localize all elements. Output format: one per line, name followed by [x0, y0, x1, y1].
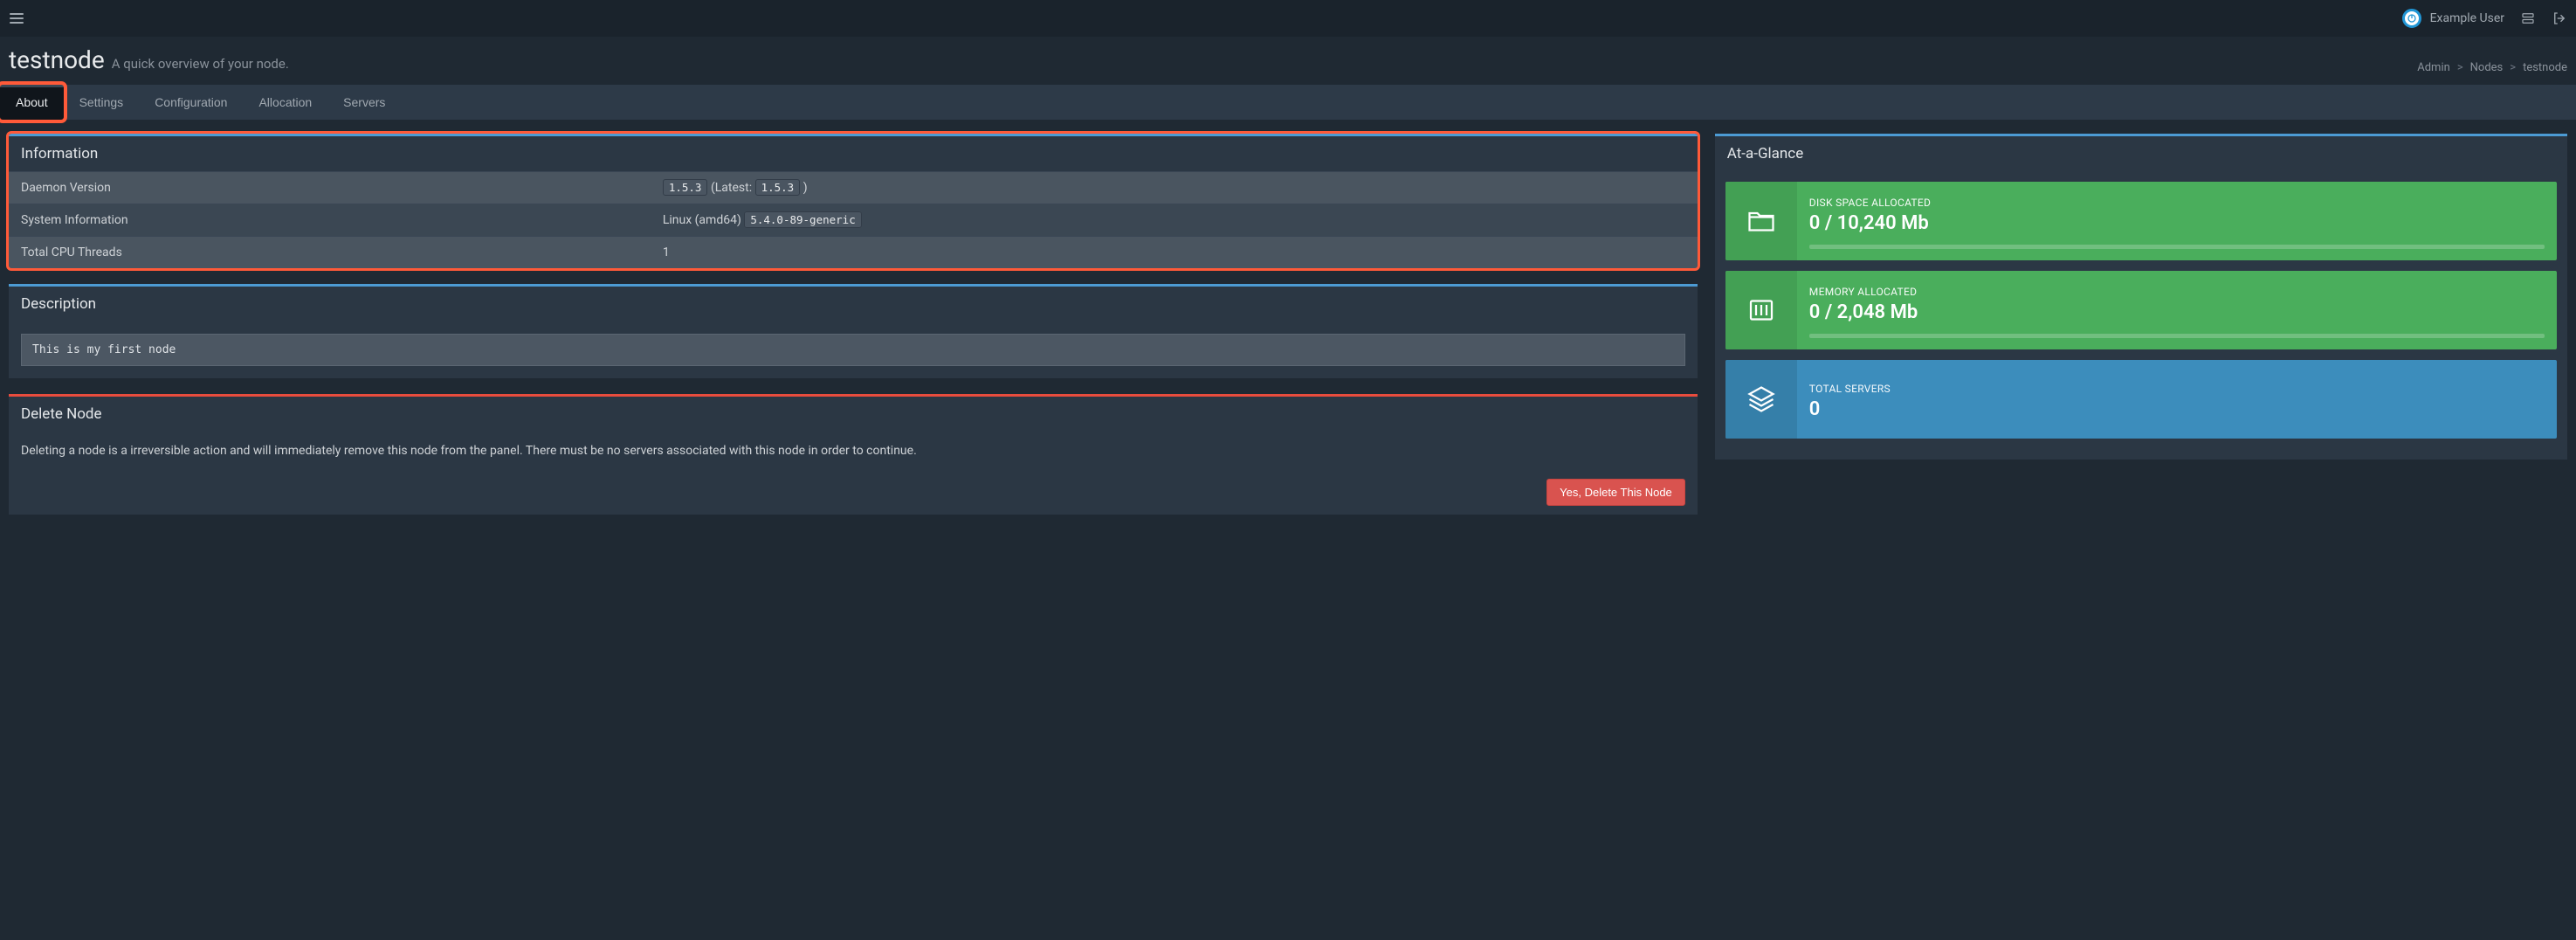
tab-servers[interactable]: Servers	[327, 85, 401, 120]
breadcrumb-nodes[interactable]: Nodes	[2470, 61, 2504, 74]
content: Information Daemon Version 1.5.3 (Latest…	[0, 120, 2576, 529]
tab-allocation[interactable]: Allocation	[243, 85, 327, 120]
system-kernel-code: 5.4.0-89-generic	[744, 211, 861, 228]
layers-icon	[2520, 10, 2536, 26]
information-table: Daemon Version 1.5.3 (Latest: 1.5.3 ) Sy…	[9, 171, 1698, 268]
stat-memory-label: MEMORY ALLOCATED	[1809, 286, 2545, 298]
information-panel-title: Information	[9, 136, 1698, 171]
topbar: Example User	[0, 0, 2576, 37]
menu-toggle-button[interactable]	[9, 10, 24, 26]
daemon-latest-code: 1.5.3	[755, 179, 801, 196]
table-row: Total CPU Threads 1	[9, 237, 1698, 269]
power-icon	[2407, 13, 2417, 24]
folder-icon	[1746, 205, 1777, 237]
tab-configuration[interactable]: Configuration	[139, 85, 243, 120]
burger-icon	[9, 10, 24, 26]
stat-servers-label: TOTAL SERVERS	[1809, 383, 2545, 395]
breadcrumb: Admin > Nodes > testnode	[2417, 61, 2567, 74]
description-panel: Description This is my first node	[9, 284, 1698, 378]
tab-settings[interactable]: Settings	[64, 85, 140, 120]
node-tabs: About Settings Configuration Allocation …	[0, 85, 2576, 120]
system-info-label: System Information	[9, 204, 651, 237]
delete-node-button[interactable]: Yes, Delete This Node	[1546, 479, 1685, 506]
system-info-value: Linux (amd64) 5.4.0-89-generic	[651, 204, 1698, 237]
stat-disk: DISK SPACE ALLOCATED 0 / 10,240 Mb	[1725, 182, 2557, 260]
username-label: Example User	[2430, 11, 2504, 25]
stat-disk-bar	[1809, 245, 2545, 249]
description-value: This is my first node	[21, 334, 1685, 366]
stat-servers-value: 0	[1809, 398, 2545, 420]
at-a-glance-title: At-a-Glance	[1715, 136, 2567, 171]
stat-memory-bar	[1809, 334, 2545, 338]
logout-button[interactable]	[2552, 10, 2567, 26]
at-a-glance-panel: At-a-Glance DISK SPACE ALLOCATED 0 / 10,…	[1715, 134, 2567, 460]
stat-servers: TOTAL SERVERS 0	[1725, 360, 2557, 439]
description-panel-title: Description	[9, 287, 1698, 321]
stat-disk-label: DISK SPACE ALLOCATED	[1809, 197, 2545, 209]
table-row: System Information Linux (amd64) 5.4.0-8…	[9, 204, 1698, 237]
bars-icon	[1746, 294, 1777, 326]
page-header: testnode A quick overview of your node. …	[0, 37, 2576, 85]
page-title: testnode	[9, 45, 105, 74]
avatar	[2402, 9, 2421, 28]
admin-switch-button[interactable]	[2520, 10, 2536, 26]
daemon-version-code: 1.5.3	[663, 179, 708, 196]
breadcrumb-current: testnode	[2523, 61, 2567, 74]
logout-icon	[2552, 10, 2567, 26]
page-subtitle: A quick overview of your node.	[112, 56, 289, 72]
delete-panel-body: Deleting a node is a irreversible action…	[9, 432, 1698, 470]
breadcrumb-admin[interactable]: Admin	[2417, 61, 2450, 74]
tab-about[interactable]: About	[0, 85, 64, 120]
stat-memory: MEMORY ALLOCATED 0 / 2,048 Mb	[1725, 271, 2557, 349]
stat-memory-value: 0 / 2,048 Mb	[1809, 301, 2545, 323]
stack-icon	[1746, 384, 1777, 415]
delete-node-panel: Delete Node Deleting a node is a irrever…	[9, 394, 1698, 515]
delete-panel-title: Delete Node	[9, 397, 1698, 432]
information-panel: Information Daemon Version 1.5.3 (Latest…	[9, 134, 1698, 268]
cpu-threads-label: Total CPU Threads	[9, 237, 651, 269]
cpu-threads-value: 1	[651, 237, 1698, 269]
stat-disk-value: 0 / 10,240 Mb	[1809, 212, 2545, 234]
daemon-version-label: Daemon Version	[9, 172, 651, 204]
daemon-version-value: 1.5.3 (Latest: 1.5.3 )	[651, 172, 1698, 204]
table-row: Daemon Version 1.5.3 (Latest: 1.5.3 )	[9, 172, 1698, 204]
user-menu[interactable]: Example User	[2402, 9, 2504, 28]
